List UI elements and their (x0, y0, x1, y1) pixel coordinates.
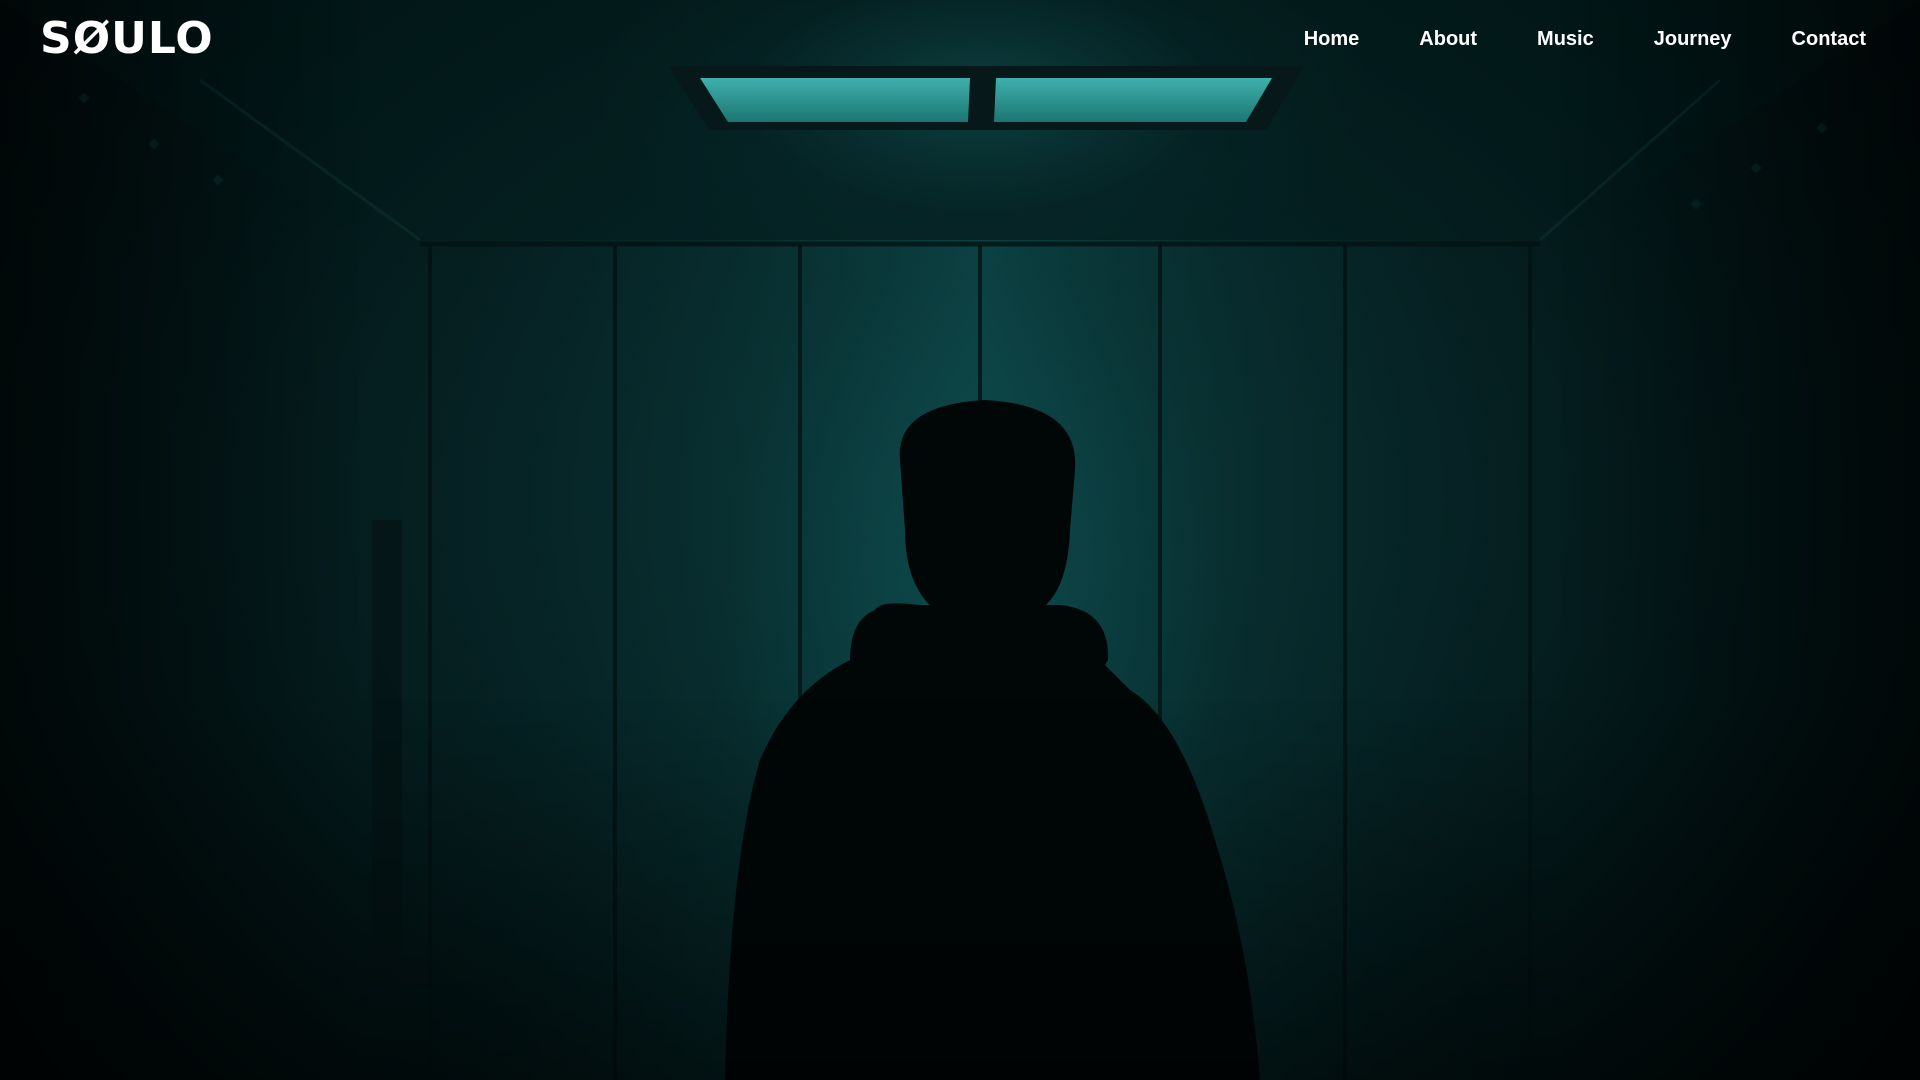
brand-logo[interactable]: SØULO (40, 14, 214, 64)
main-nav: Home About Music Journey Contact (1304, 26, 1866, 52)
nav-item-music[interactable]: Music (1537, 26, 1594, 52)
nav-item-contact[interactable]: Contact (1792, 26, 1866, 52)
nav-item-home[interactable]: Home (1304, 26, 1360, 52)
vignette-overlay (0, 0, 1920, 1080)
nav-item-journey[interactable]: Journey (1654, 26, 1732, 52)
hero-section: SØULO Home About Music Journey Contact (0, 0, 1920, 1080)
nav-item-about[interactable]: About (1419, 26, 1477, 52)
top-navigation-bar: SØULO Home About Music Journey Contact (0, 0, 1920, 80)
